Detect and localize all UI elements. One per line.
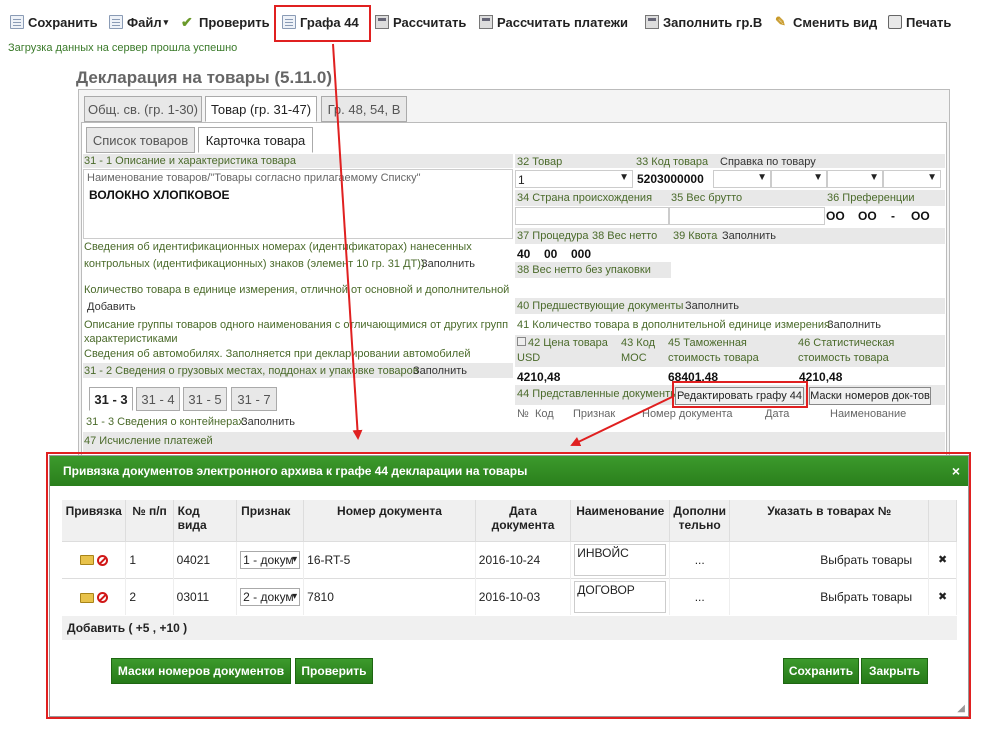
col-docnum: Номер документа [303, 500, 476, 541]
binding-cell [62, 577, 127, 615]
folder-icon[interactable] [79, 592, 94, 603]
row-num: 1 [125, 540, 174, 578]
row-sign-cell: 1 - докум [236, 540, 305, 578]
row-extra[interactable]: ... [669, 540, 731, 578]
dialog-close-button[interactable]: Закрыть [861, 658, 928, 684]
name-textarea[interactable]: ИНВОЙС [574, 543, 667, 576]
folder-icon[interactable] [79, 555, 94, 566]
dialog-save-button[interactable]: Сохранить [783, 658, 859, 684]
row-sign-cell: 2 - докум [236, 577, 305, 615]
row-docnum[interactable]: 16-RT-5 [303, 540, 476, 578]
remove-row-icon[interactable]: ✖ [928, 540, 957, 578]
name-textarea[interactable]: ДОГОВОР [574, 580, 667, 613]
col-binding: Привязка [62, 500, 127, 541]
row-num: 2 [125, 577, 174, 615]
sign-select[interactable]: 2 - докум [240, 587, 301, 606]
arrow-edit44 [570, 396, 673, 447]
select-goods-link[interactable]: Выбрать товары [729, 577, 930, 615]
col-sign: Признак [236, 500, 305, 541]
add-rows-link[interactable]: Добавить ( +5 , +10 ) [62, 616, 957, 640]
col-goods: Указать в товарах № [729, 500, 930, 541]
col-extra: Дополнительно [669, 500, 731, 541]
dialog-header: Привязка документов электронного архива … [50, 456, 968, 486]
row-extra[interactable]: ... [669, 577, 731, 615]
graph44-dialog: Привязка документов электронного архива … [49, 455, 969, 717]
doc-number-masks-button[interactable]: Маски номеров документов [111, 658, 291, 684]
row-code[interactable]: 03011 [173, 577, 238, 615]
resize-handle-icon[interactable]: ◢ [957, 703, 965, 714]
arrow-graph44 [332, 43, 363, 440]
binding-cell [62, 540, 127, 578]
sign-select[interactable]: 1 - докум [240, 550, 301, 569]
unbind-icon[interactable] [96, 592, 108, 604]
row-docnum[interactable]: 7810 [303, 577, 476, 615]
row-date[interactable]: 2016-10-24 [475, 540, 572, 578]
col-num: № п/п [125, 500, 174, 541]
table-row: 1 04021 1 - докум 16-RT-5 2016-10-24 ИНВ… [62, 540, 957, 578]
documents-table: Привязка № п/п Код вида Признак Номер до… [62, 500, 957, 615]
col-name: Наименование [570, 500, 671, 541]
col-remove [928, 500, 957, 541]
remove-row-icon[interactable]: ✖ [928, 577, 957, 615]
row-name-cell: ДОГОВОР [570, 577, 671, 615]
table-header-row: Привязка № п/п Код вида Признак Номер до… [62, 500, 957, 541]
col-date: Дата документа [475, 500, 572, 541]
row-date[interactable]: 2016-10-03 [475, 577, 572, 615]
col-code: Код вида [173, 500, 238, 541]
row-code[interactable]: 04021 [173, 540, 238, 578]
table-row: 2 03011 2 - докум 7810 2016-10-03 ДОГОВО… [62, 577, 957, 615]
select-goods-link[interactable]: Выбрать товары [729, 540, 930, 578]
close-icon[interactable]: × [952, 463, 960, 479]
dialog-check-button[interactable]: Проверить [295, 658, 373, 684]
unbind-icon[interactable] [96, 554, 108, 566]
dialog-title: Привязка документов электронного архива … [63, 464, 528, 478]
row-name-cell: ИНВОЙС [570, 540, 671, 578]
